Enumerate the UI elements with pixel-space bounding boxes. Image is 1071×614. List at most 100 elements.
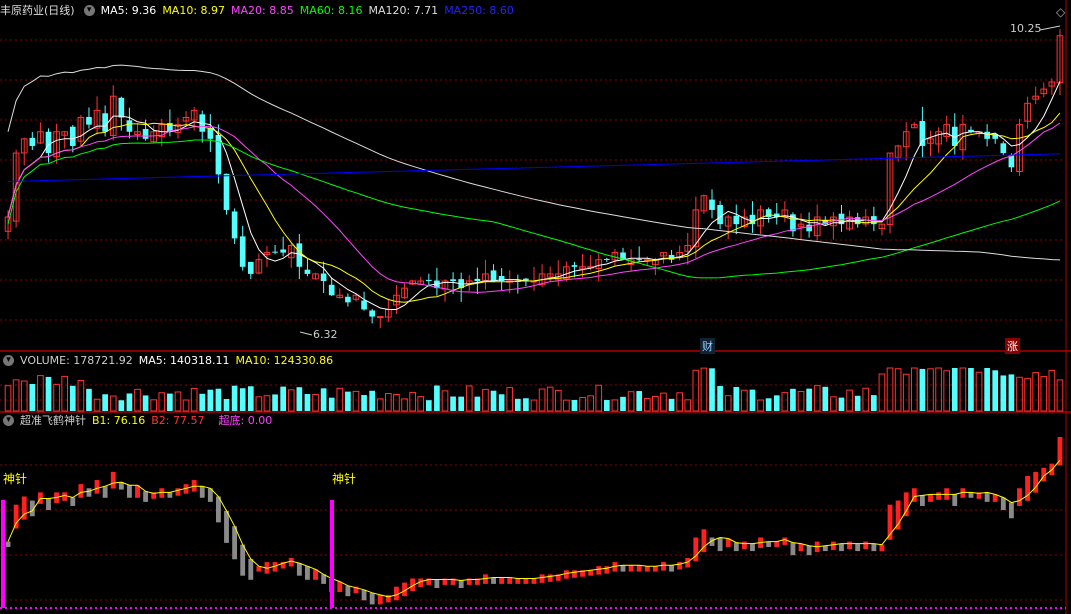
badge-cai[interactable]: 财 bbox=[700, 338, 715, 354]
stock-title[interactable]: 丰原药业(日线) bbox=[0, 3, 75, 19]
candle-down bbox=[69, 126, 76, 146]
volume-bar-up bbox=[376, 398, 384, 412]
indicator-bar bbox=[547, 574, 553, 582]
indicator-bar bbox=[102, 486, 108, 498]
badge-zhang[interactable]: 涨 bbox=[1005, 338, 1020, 354]
volume-bar-up bbox=[401, 398, 408, 412]
volume-bar-down bbox=[450, 396, 456, 411]
indicator-bar bbox=[110, 471, 116, 489]
volume-bar-up bbox=[1032, 372, 1040, 412]
volume-bar-up bbox=[813, 385, 821, 412]
candle-down bbox=[86, 116, 92, 125]
volume-bar-up bbox=[652, 395, 659, 412]
indicator-bar bbox=[1017, 488, 1022, 506]
volume-bar-down bbox=[668, 398, 675, 411]
candle-down bbox=[45, 131, 52, 154]
indicator-bar bbox=[644, 566, 650, 572]
volume-bar-up bbox=[943, 370, 951, 412]
candle-down bbox=[984, 131, 990, 139]
diamond-icon[interactable]: ◇ bbox=[1056, 5, 1065, 19]
volume-bar-down bbox=[215, 388, 222, 411]
indicator-bar bbox=[288, 557, 294, 567]
volume-bar-up bbox=[109, 395, 117, 412]
volume-bar-down bbox=[749, 389, 756, 411]
candle-down bbox=[126, 120, 133, 132]
settings-circle-icon[interactable]: ▾ bbox=[83, 5, 95, 16]
volume-bar-up bbox=[546, 386, 554, 412]
volume-bar-up bbox=[676, 392, 683, 412]
indicator-bar bbox=[539, 574, 545, 583]
volume-bar-up bbox=[465, 385, 473, 412]
ma20-label: MA20: 8.85 bbox=[231, 4, 294, 17]
indicator-bar bbox=[822, 545, 828, 552]
chart-canvas[interactable] bbox=[0, 0, 1071, 614]
volume-bar-down bbox=[272, 394, 278, 411]
volume-bar-down bbox=[523, 398, 529, 411]
indicator-bar bbox=[572, 570, 577, 578]
volume-settings-icon[interactable]: ▾ bbox=[3, 355, 14, 366]
indicator-bar bbox=[879, 544, 885, 552]
indicator-bar bbox=[839, 543, 844, 552]
volume-bar-down bbox=[951, 368, 958, 411]
stock-chart-window[interactable]: 丰原药业(日线) ▾ MA5: 9.36 MA10: 8.97 MA20: 8.… bbox=[0, 0, 1071, 614]
volume-bar-up bbox=[20, 380, 28, 412]
indicator-b1-line bbox=[7, 459, 1061, 598]
volume-bar-up bbox=[352, 390, 360, 412]
indicator-bar bbox=[968, 492, 974, 498]
volume-bar-down bbox=[434, 385, 440, 411]
indicator-bar bbox=[733, 542, 739, 552]
indicator-bar bbox=[305, 566, 310, 580]
volume-bar-down bbox=[45, 376, 52, 411]
volume-bar-up bbox=[4, 385, 12, 412]
indicator-bar bbox=[523, 578, 529, 584]
indicator-bar bbox=[766, 541, 772, 547]
volume-bar-down bbox=[369, 390, 375, 411]
candle-down bbox=[636, 259, 643, 261]
volume-bar-up bbox=[700, 367, 708, 412]
indicator-settings-icon[interactable]: ▾ bbox=[3, 415, 14, 426]
indicator-bar bbox=[952, 494, 958, 506]
volume-bar-up bbox=[61, 375, 69, 412]
ma60-label: MA60: 8.16 bbox=[299, 4, 363, 17]
volume-bar-down bbox=[636, 391, 643, 411]
volume-bar-up bbox=[385, 393, 392, 412]
candle-up bbox=[376, 316, 384, 319]
volume-bar-down bbox=[765, 398, 772, 411]
ma120-label: MA120: 7.71 bbox=[368, 4, 439, 17]
volume-bar-down bbox=[142, 395, 149, 411]
indicator-bar bbox=[377, 594, 383, 605]
volume-bar-down bbox=[320, 388, 327, 411]
volume-bar-up bbox=[150, 399, 158, 412]
ma250-label: MA250: 8.60 bbox=[444, 4, 514, 17]
indicator-bar bbox=[345, 585, 351, 597]
ma120-line bbox=[7, 64, 1061, 261]
volume-bar-down bbox=[968, 368, 974, 411]
high-marker-arrow bbox=[1039, 25, 1061, 31]
ma10-label: MA10: 8.97 bbox=[162, 4, 226, 17]
volume-bar-down bbox=[126, 393, 133, 411]
volume-legend: ▾ VOLUME: 178721.92 MA5: 140318.11 MA10:… bbox=[0, 353, 339, 369]
candle-down bbox=[280, 249, 286, 253]
volume-bar-up bbox=[53, 383, 60, 412]
indicator-bar bbox=[798, 543, 804, 552]
indicator-bar bbox=[126, 485, 132, 498]
signal-spike bbox=[1, 500, 5, 608]
volume-bar-down bbox=[1008, 374, 1015, 411]
candle-down bbox=[717, 204, 723, 225]
indicator-bar bbox=[790, 542, 796, 556]
volume-bar-down bbox=[717, 385, 723, 411]
indicator-bar bbox=[224, 510, 229, 543]
candle-down bbox=[490, 270, 497, 282]
indicator-bar bbox=[620, 565, 626, 572]
volume-bar-down bbox=[118, 400, 125, 411]
volume-bar-up bbox=[587, 395, 594, 412]
indicator-bar bbox=[1025, 475, 1031, 501]
volume-bar-down bbox=[806, 388, 812, 411]
volume-ma5: MA5: 140318.11 bbox=[138, 354, 230, 367]
indicator-b1: B1: 76.16 bbox=[92, 414, 146, 427]
indicator-bar bbox=[774, 541, 780, 547]
candle-down bbox=[571, 265, 578, 267]
indicator-bar bbox=[240, 544, 246, 576]
candle-down bbox=[304, 269, 311, 274]
volume-bar-up bbox=[830, 396, 837, 412]
